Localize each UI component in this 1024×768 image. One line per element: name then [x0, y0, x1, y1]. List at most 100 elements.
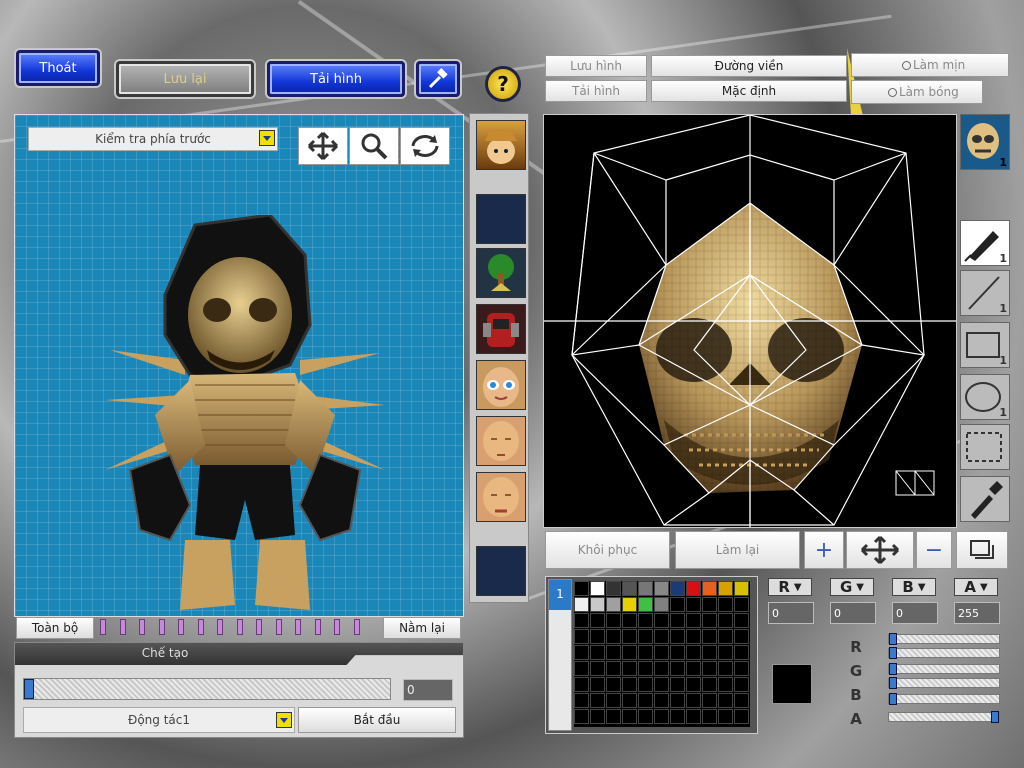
- exit-button[interactable]: Thoát: [16, 50, 100, 86]
- chevron-down-icon[interactable]: ▼: [918, 582, 926, 593]
- palette-swatch[interactable]: [718, 629, 733, 644]
- palette-swatch[interactable]: [590, 693, 605, 708]
- palette-swatch[interactable]: [734, 581, 749, 596]
- g-slider-knob[interactable]: [889, 663, 897, 675]
- palette-swatch[interactable]: [574, 693, 589, 708]
- palette-swatch[interactable]: [574, 645, 589, 660]
- thumb-plain-face-2[interactable]: [476, 472, 526, 522]
- zoom-tool-button[interactable]: [349, 127, 399, 165]
- rect-tool-button[interactable]: 1: [960, 322, 1010, 368]
- palette-swatch[interactable]: [718, 693, 733, 708]
- frame-slot[interactable]: [334, 619, 340, 635]
- palette-swatch[interactable]: [702, 661, 717, 676]
- palette-swatch[interactable]: [670, 645, 685, 660]
- palette-swatch[interactable]: [654, 629, 669, 644]
- b-slider-knob[interactable]: [889, 693, 897, 705]
- palette-swatch[interactable]: [718, 661, 733, 676]
- frame-slot[interactable]: [139, 619, 145, 635]
- palette-swatch[interactable]: [574, 629, 589, 644]
- palette-swatch[interactable]: [734, 677, 749, 692]
- palette-swatch[interactable]: [702, 629, 717, 644]
- palette-swatch[interactable]: [638, 581, 653, 596]
- pen-tool-button[interactable]: 1: [960, 220, 1010, 266]
- pause-button[interactable]: Nằm lại: [383, 617, 461, 639]
- load-button[interactable]: Tải hình: [267, 61, 405, 97]
- motion-dropdown[interactable]: Động tác1: [23, 707, 295, 733]
- hammer-button[interactable]: [416, 61, 460, 97]
- frame-slot[interactable]: [100, 619, 106, 635]
- frame-slot[interactable]: [197, 619, 204, 635]
- palette-swatch[interactable]: [638, 661, 653, 676]
- palette-swatch[interactable]: [686, 629, 701, 644]
- palette-swatch[interactable]: [654, 677, 669, 692]
- all-button[interactable]: Toàn bộ: [16, 617, 94, 639]
- frame-slot[interactable]: [158, 619, 165, 635]
- palette-swatch[interactable]: [574, 613, 589, 628]
- palette-swatch[interactable]: [606, 613, 621, 628]
- palette-swatch[interactable]: [702, 709, 717, 724]
- palette-swatch[interactable]: [718, 677, 733, 692]
- palette-swatch[interactable]: [670, 597, 685, 612]
- palette-swatch[interactable]: [574, 597, 589, 612]
- rotate-tool-button[interactable]: [400, 127, 450, 165]
- frame-slot[interactable]: [217, 619, 223, 635]
- b-slider[interactable]: [888, 693, 1000, 705]
- palette-swatch[interactable]: [638, 693, 653, 708]
- palette-swatch[interactable]: [702, 581, 717, 596]
- palette-swatch[interactable]: [590, 661, 605, 676]
- thumb-red-armor[interactable]: [476, 304, 526, 354]
- select-tool-button[interactable]: [960, 424, 1010, 470]
- thumb-plain-face-1[interactable]: [476, 416, 526, 466]
- palette-swatch[interactable]: [686, 661, 701, 676]
- palette-swatch[interactable]: [606, 709, 621, 724]
- palette-swatch[interactable]: [670, 661, 685, 676]
- palette-swatch[interactable]: [670, 677, 685, 692]
- palette-swatch[interactable]: [622, 581, 637, 596]
- view-dropdown[interactable]: Kiểm tra phía trước: [28, 127, 278, 151]
- palette-swatch[interactable]: [718, 709, 733, 724]
- chevron-down-icon[interactable]: [276, 712, 292, 728]
- palette-swatch[interactable]: [670, 709, 685, 724]
- palette-swatch[interactable]: [670, 613, 685, 628]
- palette-swatch[interactable]: [606, 677, 621, 692]
- palette-tab-active[interactable]: 1: [549, 580, 571, 610]
- palette-swatch[interactable]: [606, 597, 621, 612]
- r-slider[interactable]: [888, 633, 1000, 645]
- g-slider[interactable]: [888, 663, 1000, 675]
- texture-canvas[interactable]: [543, 114, 957, 528]
- palette-swatch[interactable]: [734, 693, 749, 708]
- palette-swatch[interactable]: [574, 581, 589, 596]
- palette-swatch[interactable]: [654, 661, 669, 676]
- restore-button[interactable]: Khôi phục: [545, 531, 670, 569]
- palette-swatch[interactable]: [702, 597, 717, 612]
- redo-button[interactable]: Làm lại: [675, 531, 800, 569]
- palette-swatch[interactable]: [686, 709, 701, 724]
- palette-swatch[interactable]: [702, 677, 717, 692]
- palette-swatch[interactable]: [606, 661, 621, 676]
- palette-swatch[interactable]: [654, 581, 669, 596]
- g-slider-2[interactable]: [888, 677, 1000, 689]
- palette-swatch[interactable]: [622, 645, 637, 660]
- thumb-tree[interactable]: [476, 248, 526, 298]
- palette-swatch[interactable]: [718, 613, 733, 628]
- g-slider-2-knob[interactable]: [889, 677, 897, 689]
- palette-swatch[interactable]: [686, 677, 701, 692]
- frame-slot[interactable]: [236, 619, 243, 635]
- palette-swatch[interactable]: [590, 581, 605, 596]
- palette-swatch[interactable]: [606, 645, 621, 660]
- palette-swatch[interactable]: [670, 693, 685, 708]
- eyedropper-tool-button[interactable]: [960, 476, 1010, 522]
- palette-swatch[interactable]: [686, 693, 701, 708]
- palette-swatch[interactable]: [654, 597, 669, 612]
- outline-button[interactable]: Đường viền: [651, 55, 847, 77]
- ellipse-tool-button[interactable]: 1: [960, 374, 1010, 420]
- palette-swatch[interactable]: [718, 581, 733, 596]
- palette-swatch[interactable]: [622, 629, 637, 644]
- thumb-empty-2[interactable]: [476, 546, 526, 596]
- palette-swatch[interactable]: [670, 581, 685, 596]
- palette-swatch[interactable]: [686, 645, 701, 660]
- a-slider[interactable]: [888, 711, 1000, 723]
- a-value-field[interactable]: 255: [954, 602, 1000, 624]
- b-value-field[interactable]: 0: [892, 602, 938, 624]
- r-slider-2[interactable]: [888, 647, 1000, 659]
